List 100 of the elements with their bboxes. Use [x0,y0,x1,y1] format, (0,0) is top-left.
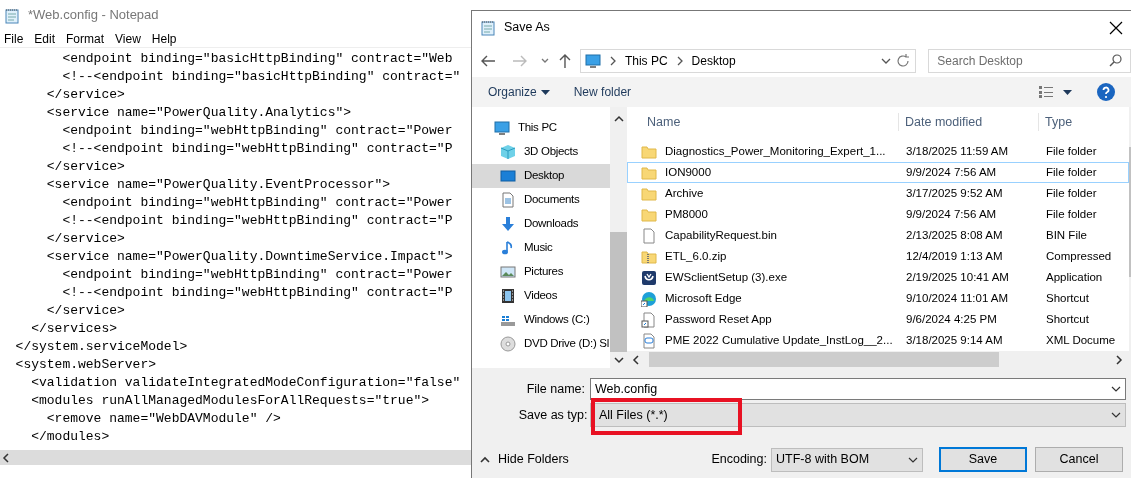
up-icon[interactable] [557,52,572,69]
file-row[interactable]: ION9000 9/9/2024 7:56 AM File folder [627,162,1129,183]
file-row[interactable]: EWSclientSetup (3).exe 2/19/2025 10:41 AM Application [627,267,1129,288]
file-date: 3/18/2025 9:14 AM [906,333,1003,346]
sidebar-item[interactable]: Music [472,236,610,260]
file-icon [641,227,657,244]
chevron-icon [608,55,617,66]
horizontal-scrollbar[interactable] [0,450,471,465]
new-folder-button[interactable]: New folder [573,83,632,101]
file-date: 9/6/2024 4:25 PM [906,312,997,325]
menu-item[interactable]: Help [147,30,184,47]
file-name-field[interactable]: Web.config [590,378,1126,400]
code-line: </services> [30,320,118,338]
dialog-title: Save As [504,19,550,37]
file-type: File folder [1046,186,1097,199]
scroll-left-icon[interactable] [631,354,641,365]
code-line: <service name="PowerQuality.DowntimeService.Impact"> [45,248,453,266]
scroll-left-icon[interactable] [0,451,12,464]
dropdown-refresh-icon[interactable] [881,53,912,68]
search-icon [1109,54,1122,67]
notepad-icon [4,7,20,24]
file-type: Compressed [1046,249,1112,262]
sidebar-item[interactable]: 3D Objects [472,140,610,164]
file-name: ION9000 [665,164,712,180]
scroll-up-icon[interactable] [613,115,624,123]
file-row[interactable]: Archive 3/17/2025 9:52 AM File folder [627,183,1129,204]
file-row[interactable]: PM8000 9/9/2024 7:56 AM File folder [627,204,1129,225]
cancel-button[interactable]: Cancel [1035,447,1123,472]
organize-menu[interactable]: Organize [488,83,550,101]
sidebar-item[interactable]: Desktop [472,164,610,188]
search-field[interactable]: Search Desktop [928,48,1131,73]
horizontal-scrollbar[interactable] [627,351,1131,368]
zip-folder-icon [641,248,657,265]
code-line: <!--<endpoint binding="webHttpBinding" contract="P [61,284,453,302]
dropdown-caret-icon[interactable] [908,455,918,464]
file-row[interactable]: PME 2022 Cumulative Update_InstLog__2... 3/18/2025 9:14 AM XML Docume [627,330,1129,351]
save-type-dropdown[interactable]: All Files (*.*) [590,403,1126,427]
menu-item[interactable]: View [111,30,148,47]
sidebar-item[interactable]: Pictures [472,260,610,284]
browser-shortcut-icon [641,290,657,307]
file-row[interactable]: CapabilityRequest.bin 2/13/2025 8:08 AM BIN File [627,225,1129,246]
sidebar-item[interactable]: Videos [472,284,610,308]
file-type: BIN File [1046,228,1087,241]
file-name: Microsoft Edge [665,290,742,306]
file-type: Shortcut [1046,291,1089,304]
view-options-icon[interactable] [1039,86,1073,98]
sidebar-item[interactable]: This PC [472,116,610,140]
file-type: File folder [1046,207,1097,220]
cube-icon [500,144,516,160]
sidebar-item[interactable]: DVD Drive (D:) Sl [472,332,610,356]
menu-item[interactable]: Format [62,30,112,47]
file-type: Shortcut [1046,312,1089,325]
code-line: </service> [45,230,125,248]
file-name: CapabilityRequest.bin [665,227,777,243]
file-row[interactable]: Password Reset App 9/6/2024 4:25 PM Shortcut [627,309,1129,330]
file-row[interactable]: Microsoft Edge 9/10/2024 11:01 AM Shortcut [627,288,1129,309]
sidebar-item[interactable]: Windows (C:) [472,308,610,332]
download-arrow-icon [500,216,516,232]
column-header[interactable]: Type [1039,112,1127,132]
scroll-right-icon[interactable] [1114,354,1124,365]
breadcrumb-item[interactable]: Desktop [691,51,736,70]
file-name: Diagnostics_Power_Monitoring_Expert_1... [665,143,886,159]
close-icon[interactable] [1109,20,1123,35]
code-line: <validation validateIntegratedModeConfiguration="false" [30,374,461,392]
file-name: ETL_6.0.zip [665,248,727,264]
breadcrumb-item[interactable]: This PC [624,51,668,70]
disc-icon [500,336,516,352]
window-title: *Web.config - Notepad [28,6,159,25]
file-name: Archive [665,185,704,201]
file-type: Application [1046,270,1103,283]
file-row[interactable]: ETL_6.0.zip 12/4/2019 1:13 AM Compressed [627,246,1129,267]
chevron-icon [675,55,684,66]
address-bar[interactable]: This PC Desktop [579,48,917,73]
file-row[interactable]: Diagnostics_Power_Monitoring_Expert_1... 3/18/2025 11:59 AM File folder [627,141,1129,162]
file-name: EWSclientSetup (3).exe [665,269,788,285]
encoding-dropdown[interactable]: UTF-8 with BOM [771,447,923,472]
dropdown-caret-icon[interactable] [1111,411,1121,419]
back-icon[interactable] [480,53,496,68]
code-line: </system.serviceModel> [14,338,188,356]
file-date: 3/17/2025 9:52 AM [906,186,1003,199]
file-date: 9/10/2024 11:01 AM [906,291,1009,304]
scroll-down-icon[interactable] [613,356,624,364]
dropdown-caret-icon[interactable] [1111,385,1121,393]
column-header[interactable]: Date modified [899,112,1039,132]
help-icon[interactable] [1097,83,1115,101]
caret-icon [540,89,550,95]
code-line: <remove name="WebDAVModule" /> [45,410,281,428]
folder-icon [641,164,657,181]
file-type: XML Docume [1046,333,1116,346]
sidebar-item[interactable]: Documents [472,188,610,212]
menu-item[interactable]: File [0,30,31,47]
save-button[interactable]: Save [939,447,1027,472]
code-line: <modules runAllManagedModulesForAllRequests="true"> [30,392,430,410]
menu-item[interactable]: Edit [30,30,63,47]
hide-folders-button[interactable]: Hide Folders [472,450,569,469]
sidebar-item[interactable]: Downloads [472,212,610,236]
column-header[interactable]: Name [627,112,899,132]
recent-locations-icon[interactable] [539,56,550,65]
app-icon [641,269,657,286]
encoding-label: Encoding: [711,451,767,469]
